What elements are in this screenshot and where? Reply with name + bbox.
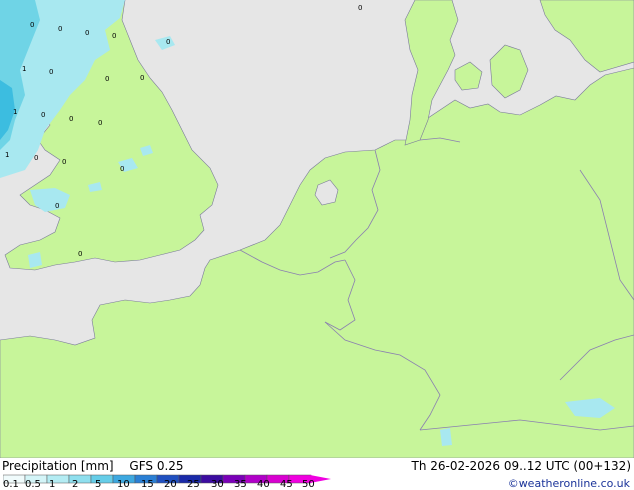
forecast-datetime: Th 26-02-2026 09..12 UTC (00+132) (411, 459, 631, 473)
scale-tick: 45 (280, 479, 293, 490)
scale-tick: 2 (72, 479, 79, 490)
scale-tick: 30 (211, 479, 224, 490)
scale-tick: 0.1 (3, 479, 19, 490)
point-label: 0 (358, 4, 362, 12)
model-name: GFS 0.25 (129, 459, 184, 473)
precipitation-map: 0 0 0 0 0 0 1 0 0 1 0 0 0 1 0 0 0 0 0 0 (0, 0, 634, 458)
scale-tick: 40 (257, 479, 270, 490)
scale-tick: 35 (234, 479, 247, 490)
point-label: 0 (85, 29, 89, 37)
scale-tick: 0.5 (25, 479, 41, 490)
point-label: 0 (112, 32, 116, 40)
point-label: 0 (62, 158, 66, 166)
point-label: 0 (140, 74, 144, 82)
map-title: Precipitation [mm] GFS 0.25 (2, 459, 184, 473)
point-label: 0 (49, 68, 53, 76)
scale-tick: 20 (164, 479, 177, 490)
point-label: 0 (98, 119, 102, 127)
point-label: 1 (5, 151, 9, 159)
point-label: 0 (58, 25, 62, 33)
point-label: 0 (166, 38, 170, 46)
scale-tick: 50 (302, 479, 315, 490)
point-label: 1 (22, 65, 26, 73)
point-label: 0 (78, 250, 82, 258)
scale-tick: 10 (117, 479, 130, 490)
scale-tick: 5 (95, 479, 102, 490)
title-text: Precipitation [mm] (2, 459, 114, 473)
point-label: 0 (41, 111, 45, 119)
point-label: 0 (120, 165, 124, 173)
point-label: 0 (30, 21, 34, 29)
scale-tick: 1 (49, 479, 56, 490)
credit-text: ©weatheronline.co.uk (507, 477, 630, 490)
point-label: 0 (69, 115, 73, 123)
point-label: 1 (13, 108, 17, 116)
point-label: 0 (55, 202, 59, 210)
point-label: 0 (105, 75, 109, 83)
scale-tick: 15 (141, 479, 154, 490)
point-label: 0 (34, 154, 38, 162)
scale-tick: 25 (187, 479, 200, 490)
